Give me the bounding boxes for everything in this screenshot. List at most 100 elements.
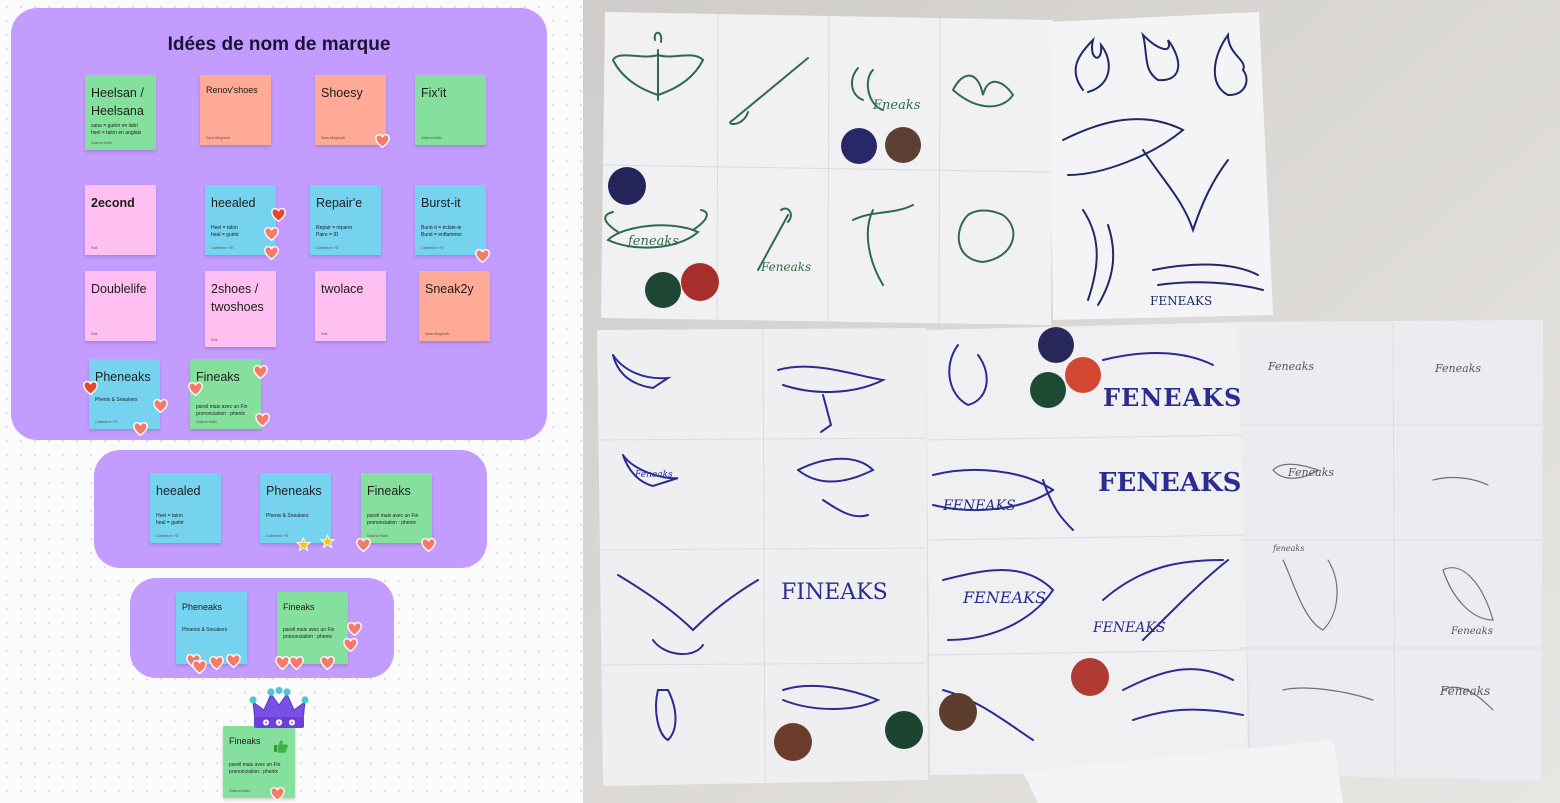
note-desc: Phenix & Sneakers	[95, 397, 138, 403]
note-title: Fix'it	[421, 86, 447, 100]
note-title: Heelsan / Heelsana	[91, 86, 144, 118]
heart-icon	[153, 399, 168, 413]
sticky-note[interactable]: Fineaks pareil mais avec un Fin prononci…	[277, 592, 348, 664]
note-title: Renov'shoes	[206, 85, 258, 95]
note-author: Sara Meghreb	[206, 136, 231, 140]
sketch-label: Feneaks	[1268, 360, 1315, 373]
note-author: Soli	[321, 332, 328, 336]
note-author: Catherine YE	[211, 246, 234, 250]
note-desc: sana = guérir en latin heel = talon en a…	[91, 123, 142, 136]
sketch-label: Feneaks	[635, 470, 673, 480]
sketch-label: Feneaks	[1440, 684, 1491, 698]
crown-icon	[249, 686, 309, 728]
heart-icon	[188, 382, 203, 396]
heart-icon	[475, 249, 490, 263]
sketch-label: Fneaks	[873, 98, 921, 113]
note-author: Soli	[91, 332, 98, 336]
note-author: Sara Meghreb	[321, 136, 346, 140]
note-author: Catherine YE	[95, 420, 118, 424]
note-author: Salima Mahi	[196, 420, 217, 424]
note-author: Salima Mahi	[91, 141, 112, 145]
star-icon	[320, 534, 335, 549]
note-desc: Heel = talon heal = guérir	[156, 513, 184, 526]
note-author: Catherine YE	[266, 534, 289, 538]
sketch-label: FENEAKS	[1098, 468, 1242, 498]
sketch-label: Feneaks	[1451, 626, 1493, 637]
sketch-label: feneaks	[628, 234, 679, 249]
note-desc: pareil mais avec un Fin prononciation : …	[283, 627, 335, 640]
heart-icon	[255, 413, 270, 427]
note-title: Sneak2y	[425, 282, 474, 296]
sticky-note[interactable]: Repair'e Repair = réparer Paire = ID Cat…	[310, 185, 381, 255]
thumbs-up-icon	[274, 740, 288, 753]
note-title: Fineaks	[283, 602, 315, 612]
note-title: Repair'e	[316, 196, 363, 210]
sketch-photo: feneaks Feneaks Fneaks FENEAKS FENEAKS F…	[583, 0, 1560, 803]
note-desc: Phenix & Sneakers	[266, 513, 309, 519]
note-title: Pheneaks	[266, 484, 322, 498]
sketch-papers	[583, 0, 1560, 803]
note-desc: Burst-it = éclate-le Burst = enflammer	[421, 225, 462, 238]
sticky-note[interactable]: Sneak2y Sara Meghreb	[419, 271, 490, 341]
note-author: Salima Mahi	[229, 789, 250, 793]
sticky-note[interactable]: Burst-it Burst-it = éclate-le Burst = en…	[415, 185, 486, 255]
note-title: Burst-it	[421, 196, 461, 210]
sticky-note[interactable]: heealed Heel = talon heal = guérir Cathe…	[205, 185, 276, 255]
sticky-note[interactable]: twolace Soli	[315, 271, 386, 341]
note-author: Sara Meghreb	[425, 332, 450, 336]
sketch-label: Feneaks	[1435, 362, 1482, 375]
heart-icon	[271, 208, 286, 222]
note-author: Catherine YE	[156, 534, 179, 538]
note-author: Catherine YE	[316, 246, 339, 250]
sketch-label: Feneaks	[761, 260, 812, 274]
sticky-note[interactable]: Doublelife Soli	[85, 271, 156, 341]
sticky-note[interactable]: heealed Heel = talon heal = guérir Cathe…	[150, 473, 221, 543]
star-icon	[296, 537, 311, 552]
note-title: Pheneaks	[182, 602, 223, 612]
heart-icon	[192, 660, 207, 674]
sticky-note[interactable]: Pheneaks Phenix & Sneakers Catherine YE	[89, 359, 160, 429]
note-title: Fineaks	[196, 370, 240, 384]
note-title: heealed	[211, 196, 256, 210]
note-title: Pheneaks	[95, 370, 151, 384]
sketch-label: FENEAKS	[943, 498, 1016, 514]
note-desc: Heel = talon heal = guérir	[211, 225, 239, 238]
sketch-label: FENEAKS	[1103, 383, 1243, 412]
sticky-note[interactable]: Heelsan / Heelsana sana = guérir en lati…	[85, 75, 156, 150]
whiteboard-canvas[interactable]: Idées de nom de marque Heelsan / Heelsan…	[0, 0, 583, 803]
note-title: heealed	[156, 484, 201, 498]
sticky-note[interactable]: Fix'it Salima Mahi	[415, 75, 486, 145]
heart-icon	[289, 656, 304, 670]
heart-icon	[343, 638, 358, 652]
sketch-label: FENEAKS	[963, 588, 1046, 607]
heart-icon	[226, 654, 241, 668]
heart-icon	[270, 787, 285, 801]
sticky-note[interactable]: 2shoes / twoshoes Soli	[205, 271, 276, 347]
note-title: Fineaks	[367, 484, 411, 498]
heart-icon	[275, 656, 290, 670]
heart-icon	[375, 134, 390, 148]
sticky-note[interactable]: Pheneaks Phenix & Sneakers Catherine YE	[260, 473, 331, 543]
note-title: 2shoes / twoshoes	[211, 282, 264, 314]
sketch-label: feneaks	[1273, 544, 1305, 553]
sticky-note[interactable]: Fineaks pareil mais avec un Fin prononci…	[361, 473, 432, 543]
sketch-label: FINEAKS	[781, 580, 888, 605]
section-title: Idées de nom de marque	[167, 34, 391, 55]
note-title: twolace	[321, 282, 364, 296]
heart-icon	[83, 381, 98, 395]
note-desc: pareil mais avec un Fin prononciation : …	[229, 762, 281, 775]
note-desc: pareil mais avec un Fin prononciation : …	[367, 513, 419, 526]
heart-icon	[421, 538, 436, 552]
sticky-note[interactable]: Renov'shoes Sara Meghreb	[200, 75, 271, 145]
note-title: Shoesy	[321, 86, 363, 100]
note-desc: Phoenix & Sneakers	[182, 627, 228, 633]
heart-icon	[209, 656, 224, 670]
heart-icon	[347, 622, 362, 636]
note-author: Catherine YE	[421, 246, 444, 250]
sticky-note[interactable]: 2econd Soli	[85, 185, 156, 255]
note-author: Soli	[211, 338, 218, 342]
heart-icon	[264, 246, 279, 260]
heart-icon	[356, 538, 371, 552]
note-author: Soli	[91, 246, 98, 250]
note-author: Salima Mahi	[421, 136, 442, 140]
